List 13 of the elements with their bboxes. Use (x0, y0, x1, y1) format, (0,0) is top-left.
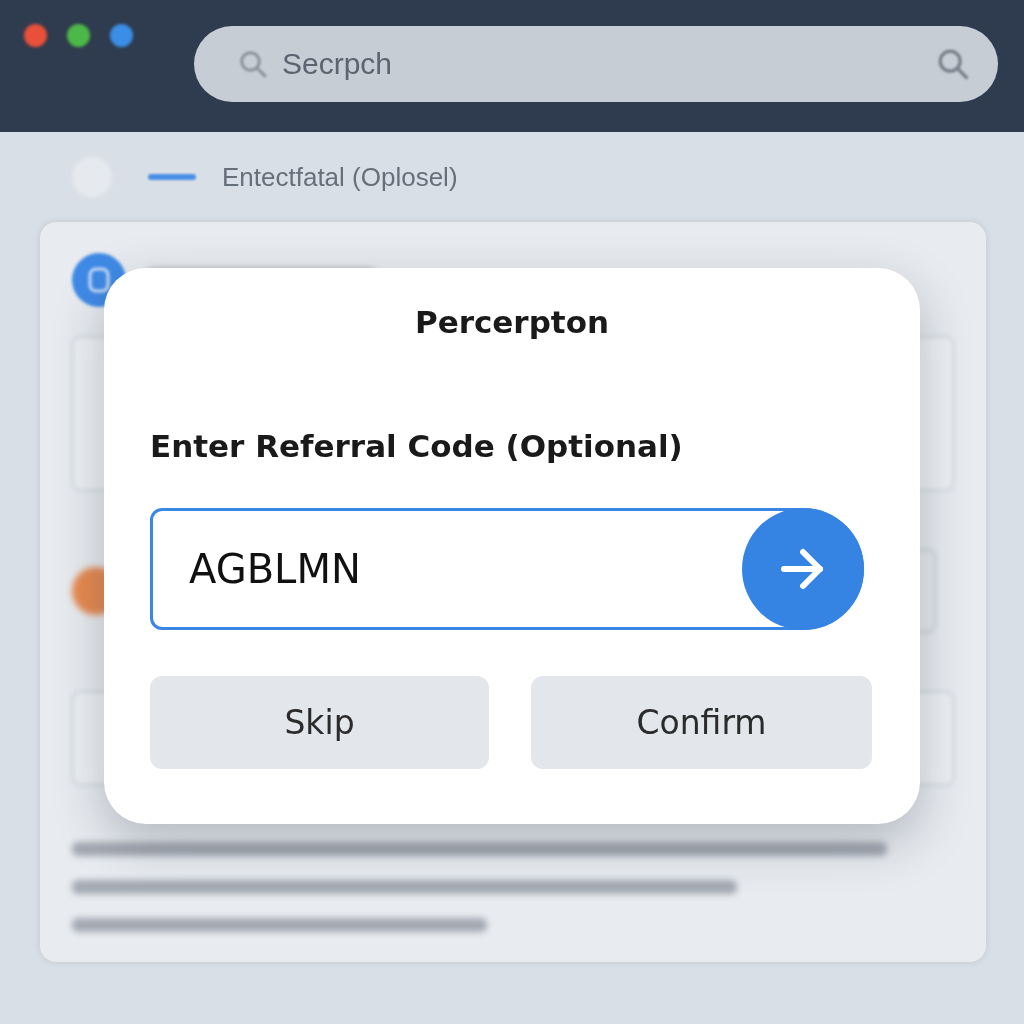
dialog-title: Percerpton (414, 304, 610, 340)
step-label: Entectfatal (Oplosel) (222, 161, 458, 193)
field-label: Enter Referral Code (Optional) (150, 428, 683, 464)
referral-code-field[interactable]: AGBLMN (150, 508, 864, 630)
search-icon (238, 49, 268, 79)
search-field[interactable]: Secrpch (194, 26, 998, 102)
confirm-button[interactable]: Confirm (531, 676, 872, 769)
window-control-dot[interactable] (24, 24, 47, 47)
window-control-dot[interactable] (67, 24, 90, 47)
window-control-dot[interactable] (110, 24, 133, 47)
skip-button[interactable]: Skip (150, 676, 489, 769)
search-icon (936, 47, 970, 81)
step-indicator (148, 174, 196, 180)
